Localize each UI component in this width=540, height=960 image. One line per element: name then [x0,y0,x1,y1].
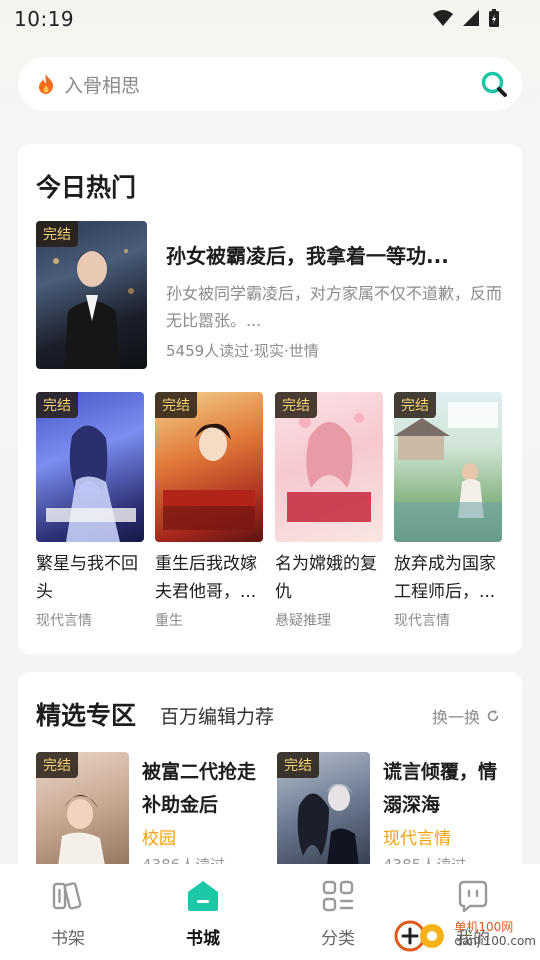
featured-cover[interactable]: 完结 [36,221,147,369]
status-badge: 完结 [394,392,436,418]
profile-icon [458,880,488,913]
book-cover[interactable]: 完结 [155,392,263,542]
status-bar: 10:19 [0,0,540,38]
nav-category[interactable]: 分类 [288,878,388,949]
featured-meta: 5459人读过·现实·世情 [166,342,319,360]
hot-section-title: 今日热门 [36,173,137,202]
book-title[interactable]: 繁星与我不回头 [36,550,146,606]
nav-label: 分类 [321,929,355,949]
picks-subtitle: 百万编辑力荐 [160,706,275,728]
watermark-line2: danji100.com [454,934,536,948]
status-badge: 完结 [275,392,317,418]
book-card[interactable]: 完结 繁星与我不回头 现代言情 [36,392,146,630]
status-badge: 完结 [155,392,197,418]
status-badge: 完结 [36,392,78,418]
book-cover[interactable]: 完结 [277,752,370,882]
flame-icon [39,74,54,94]
refresh-icon [487,710,499,722]
book-tag: 现代言情 [36,613,92,629]
nav-label: 书城 [186,929,220,949]
status-badge: 完结 [36,221,78,247]
search-icon[interactable] [480,70,508,98]
book-card[interactable]: 完结 重生后我改嫁夫君他哥，... 重生 [155,392,265,630]
book-title[interactable]: 名为嫦娥的复仇 [275,550,385,606]
battery-icon [489,9,499,27]
book-cover[interactable]: 完结 [394,392,502,542]
pick-title[interactable]: 被富二代抢走补助金后 [142,756,262,822]
book-tag: 现代言情 [394,613,450,629]
picks-section-title: 精选专区 [36,701,137,730]
search-bar[interactable]: 入骨相思 [18,57,522,111]
watermark-text: 单机100网 danji100.com [454,920,536,948]
search-input[interactable]: 入骨相思 [64,71,480,98]
book-card[interactable]: 完结 放弃成为国家工程师后，... 现代言情 [394,392,504,630]
refresh-button[interactable]: 换一换 [432,704,500,728]
featured-desc: 孙女被同学霸凌后，对方家属不仅不道歉，反而无比嚣张。... [166,284,503,330]
refresh-label: 换一换 [431,708,480,727]
hot-section: 今日热门 完结 孙女被霸凌后，我拿着一等功... 孙女被同学霸凌后，对方家属不仅… [18,144,522,654]
book-title[interactable]: 放弃成为国家工程师后，... [394,550,504,606]
nav-bookstore[interactable]: 书城 [153,878,253,949]
book-card[interactable]: 完结 名为嫦娥的复仇 悬疑推理 [275,392,385,630]
watermark: 单机100网 danji100.com [392,914,536,954]
status-time: 10:19 [14,7,75,31]
category-icon [322,880,354,912]
nav-bookshelf[interactable]: 书架 [18,878,118,949]
wifi-icon [433,10,453,26]
featured-title[interactable]: 孙女被霸凌后，我拿着一等功... [166,240,506,269]
pick-tag: 校园 [142,829,176,849]
book-title[interactable]: 重生后我改嫁夫君他哥，... [155,550,265,606]
book-cover[interactable]: 完结 [36,752,129,882]
bookstore-icon [188,881,218,911]
nav-label: 书架 [51,929,85,949]
watermark-logo-icon [394,920,445,952]
status-badge: 完结 [36,752,78,778]
pick-title[interactable]: 谎言倾覆，情溺深海 [383,756,503,822]
status-icons [432,8,500,28]
book-tag: 悬疑推理 [275,613,331,629]
status-badge: 完结 [277,752,319,778]
book-cover[interactable]: 完结 [275,392,383,542]
watermark-line1: 单机100网 [454,920,514,934]
book-tag: 重生 [155,613,183,629]
signal-icon [463,10,479,26]
pick-tag: 现代言情 [383,829,451,849]
book-cover[interactable]: 完结 [36,392,144,542]
bookshelf-icon [52,882,82,910]
